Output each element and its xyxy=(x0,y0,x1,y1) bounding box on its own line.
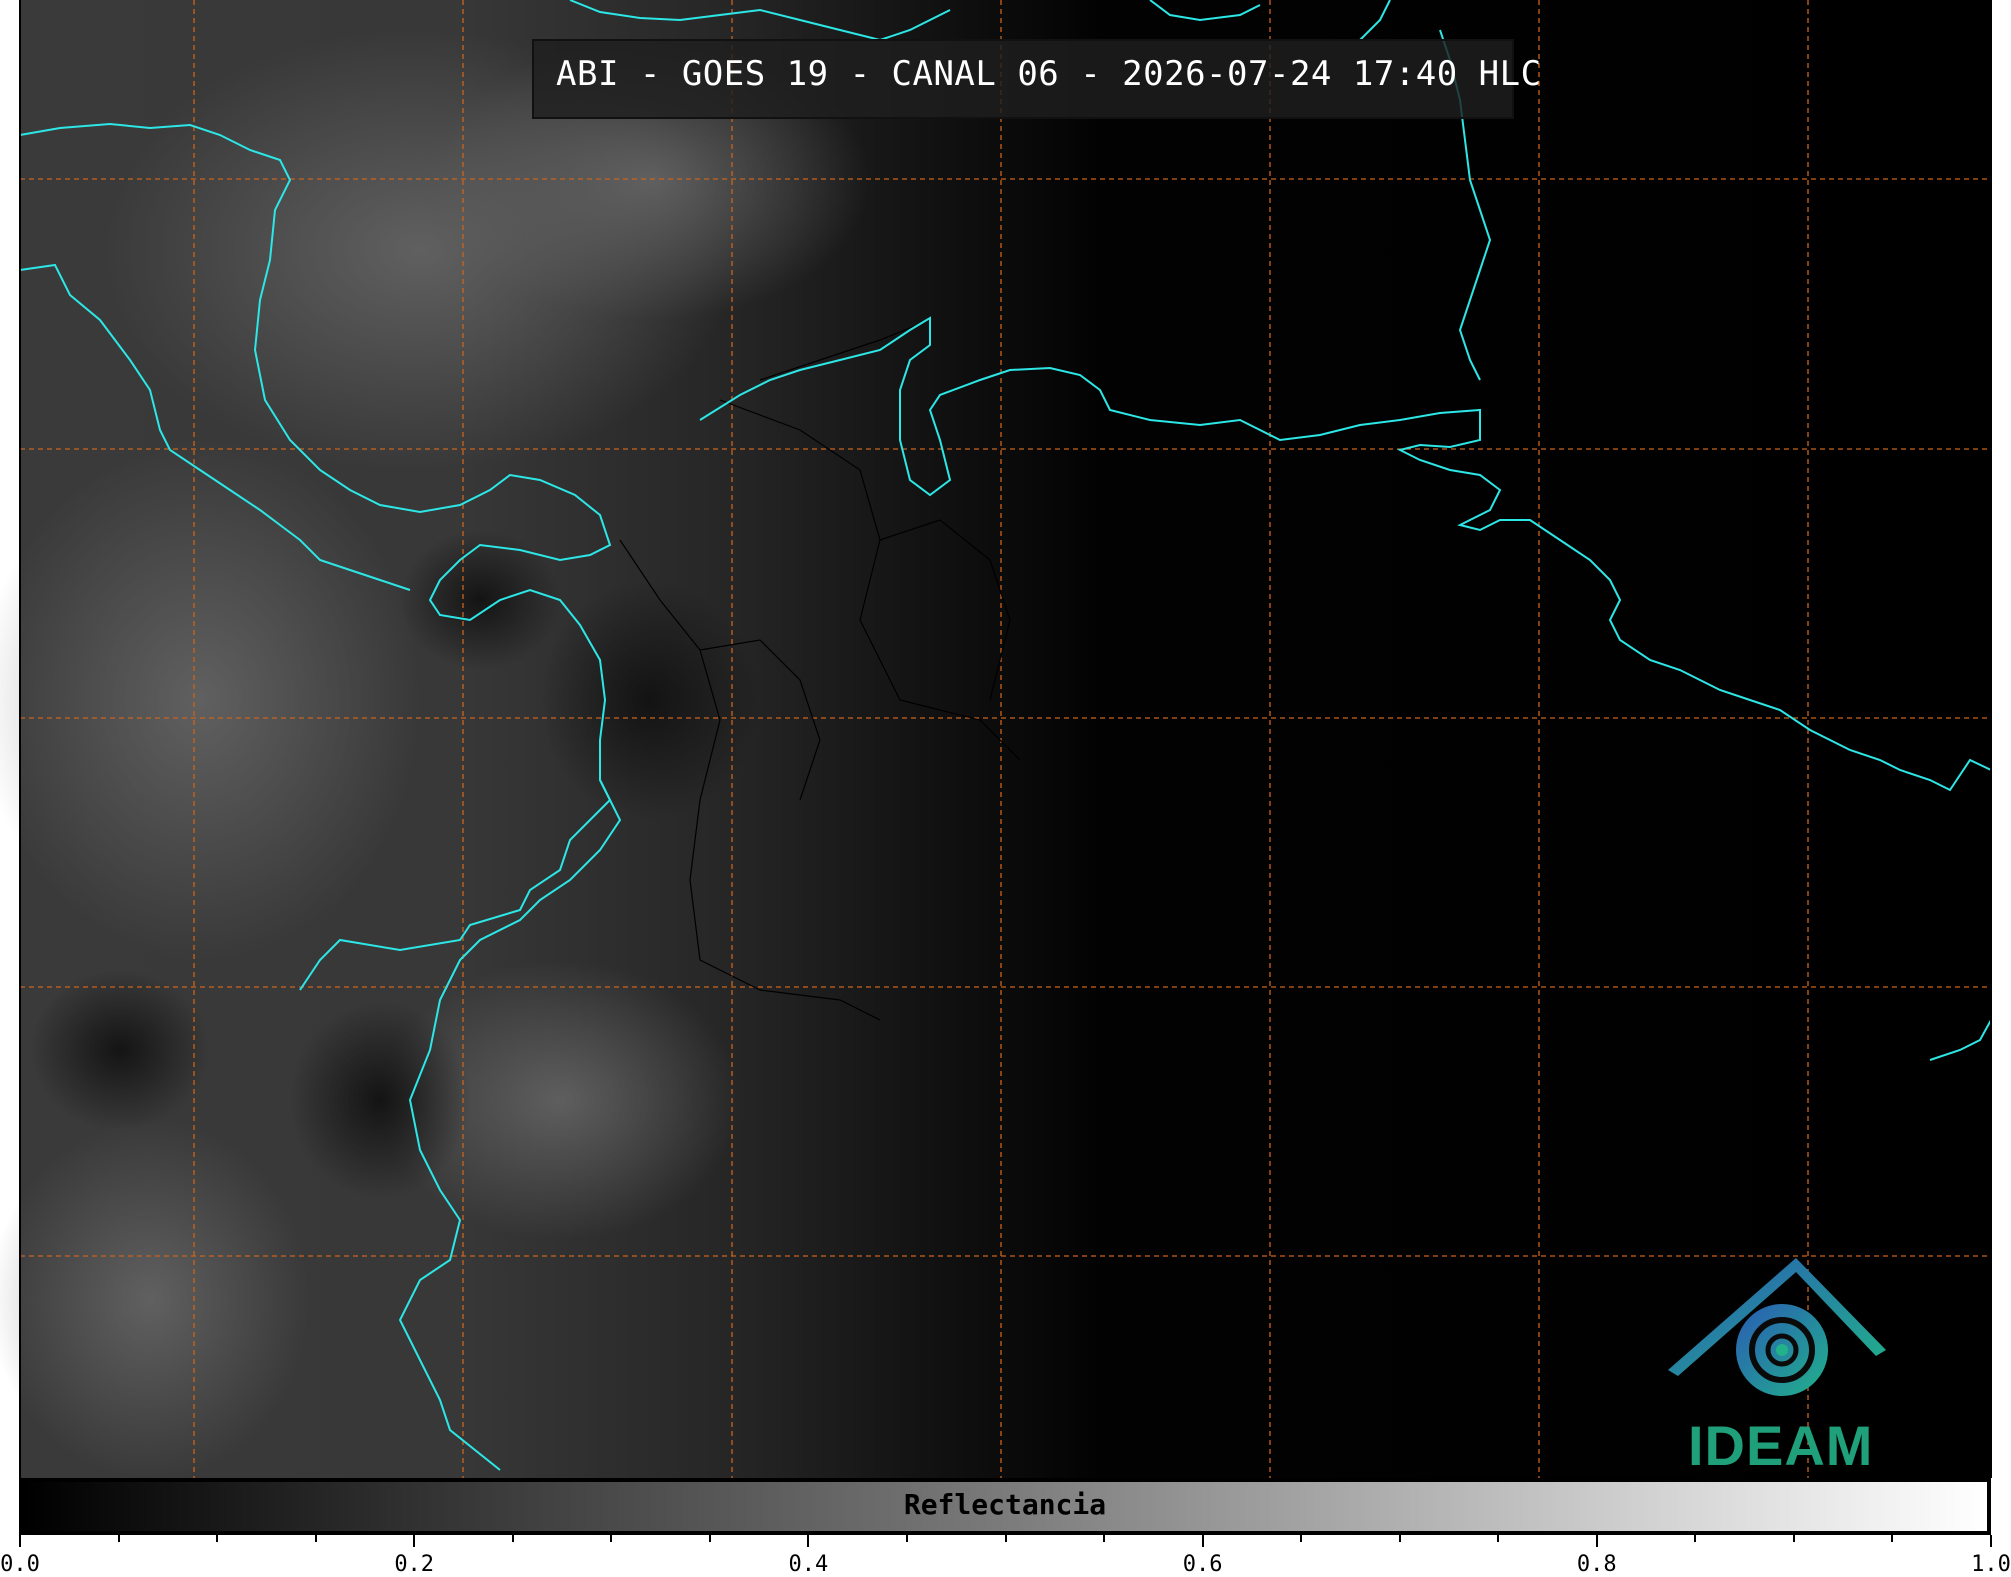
colorbar-tick-mark xyxy=(708,1535,711,1542)
colorbar-tick-label: 0.6 xyxy=(1182,1552,1223,1577)
colorbar-tick-mark xyxy=(610,1535,613,1542)
colorbar-tick-mark xyxy=(511,1535,514,1542)
colorbar-tick-mark xyxy=(19,1535,21,1547)
colorbar-tick-label: 0.4 xyxy=(788,1552,829,1577)
map-title: ABI - GOES 19 - CANAL 06 - 2026-07-24 17… xyxy=(556,54,1542,94)
colorbar-tick-mark xyxy=(1300,1535,1303,1542)
colorbar-tick-mark xyxy=(905,1535,908,1542)
colorbar-tick-label: 0.0 xyxy=(0,1552,40,1577)
colorbar-tick-mark xyxy=(1990,1535,1992,1547)
colorbar-tick-mark xyxy=(314,1535,317,1542)
ideam-logo-text: IDEAM xyxy=(1688,1414,1874,1477)
colorbar-tick-mark xyxy=(1694,1535,1697,1542)
colorbar-tick-mark xyxy=(117,1535,120,1542)
colorbar-tick-label: 0.8 xyxy=(1576,1552,1617,1577)
colorbar-tick-mark xyxy=(1398,1535,1401,1542)
colorbar-tick-mark xyxy=(1004,1535,1007,1542)
colorbar-tick-mark xyxy=(1103,1535,1106,1542)
colorbar-tick-mark xyxy=(1201,1535,1204,1547)
colorbar-tick-mark xyxy=(1497,1535,1500,1542)
colorbar-tick-mark xyxy=(1891,1535,1894,1542)
colorbar-tick-label: 0.2 xyxy=(394,1552,435,1577)
colorbar-tick-label: 1.0 xyxy=(1971,1552,2011,1577)
colorbar-tick-mark xyxy=(1595,1535,1598,1547)
colorbar-label: Reflectancia xyxy=(903,1488,1107,1521)
satellite-map xyxy=(0,0,1992,1480)
colorbar-tick-mark xyxy=(807,1535,810,1547)
colorbar-tick-mark xyxy=(413,1535,416,1547)
colorbar-tick-mark xyxy=(216,1535,219,1542)
colorbar-tick-mark xyxy=(1792,1535,1795,1542)
